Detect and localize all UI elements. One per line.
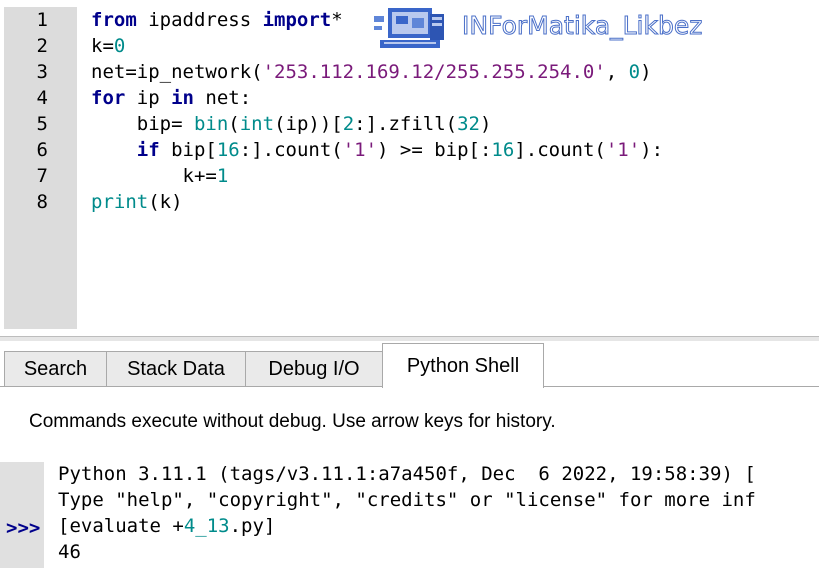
code-token: bip= [91, 113, 194, 135]
code-token: 1 [216, 165, 229, 187]
code-line[interactable]: print(k) [91, 189, 183, 215]
code-token: ): [640, 139, 664, 161]
code-line[interactable]: bip= bin(int(ip))[2:].zfill(32) [91, 111, 492, 137]
code-token: bin [193, 113, 229, 135]
line-number: 6 [36, 139, 48, 161]
code-token: ) [640, 61, 652, 83]
code-token: '1' [605, 139, 641, 161]
code-token: int [239, 113, 275, 135]
code-token: :].zfill( [354, 113, 458, 135]
line-number: 7 [36, 165, 48, 187]
code-editor[interactable]: 12345678 from ipaddress import* k=0 net=ip… [0, 0, 819, 336]
watermark-text: INForMatika_Likbez [461, 11, 703, 41]
code-line[interactable]: k=0 [91, 33, 125, 59]
code-token: if [136, 139, 160, 161]
code-token: 16 [216, 139, 240, 161]
code-token: :].count( [239, 139, 343, 161]
code-token: 32 [457, 113, 480, 135]
code-line[interactable]: if bip[16:].count('1') >= bip[:16].count… [91, 137, 663, 163]
line-number: 3 [36, 61, 48, 83]
code-token: (ip))[ [274, 113, 343, 135]
watermark: INForMatika_Likbez [370, 2, 730, 54]
shell-hint: Commands execute without debug. Use arro… [29, 411, 556, 432]
tab-debug-io[interactable]: Debug I/O [245, 351, 383, 386]
code-token: import [262, 9, 332, 31]
line-number: 4 [36, 87, 48, 109]
line-number: 5 [36, 113, 48, 135]
code-token: bip[ [159, 139, 217, 161]
line-number: 8 [36, 191, 48, 213]
code-token: ( [228, 113, 240, 135]
code-token: net=ip_network( [91, 61, 263, 83]
code-token: ip [125, 87, 172, 109]
code-line[interactable]: k+=1 [91, 163, 229, 189]
code-token: in [171, 87, 194, 109]
evaluate-prefix: [evaluate + [58, 515, 184, 537]
code-token: (k) [148, 191, 183, 213]
line-number: 2 [36, 35, 48, 57]
code-token: net: [193, 87, 252, 109]
code-token: * [331, 9, 343, 31]
code-token: ) [480, 113, 492, 135]
code-token: 0 [113, 35, 126, 57]
code-token: k= [91, 35, 114, 57]
code-token: k+= [91, 165, 217, 187]
computer-logo-icon [374, 8, 444, 48]
shell-prompt: >>> [6, 517, 41, 539]
code-token: '1' [342, 139, 378, 161]
code-token: 2 [342, 113, 355, 135]
code-token: , [605, 61, 629, 83]
code-line[interactable]: from ipaddress import* [91, 7, 343, 33]
evaluate-suffix: .py] [229, 515, 276, 537]
code-token: for [91, 87, 126, 109]
code-token: 0 [628, 61, 641, 83]
tab-stack-data[interactable]: Stack Data [106, 351, 246, 386]
code-token: ipaddress [136, 9, 263, 31]
line-number: 1 [36, 9, 48, 31]
code-token: 16 [491, 139, 515, 161]
tab-search[interactable]: Search [4, 351, 107, 386]
code-line[interactable]: net=ip_network('253.112.169.12/255.255.2… [91, 59, 652, 85]
shell-banner-line-1: Python 3.11.1 (tags/v3.11.1:a7a450f, Dec… [58, 463, 756, 485]
code-token: ].count( [514, 139, 606, 161]
code-token: ) >= bip[: [377, 139, 492, 161]
code-token: print [91, 191, 149, 213]
shell-banner-line-2: Type "help", "copyright", "credits" or "… [58, 489, 756, 511]
code-line[interactable]: for ip in net: [91, 85, 251, 111]
code-token: from [91, 9, 137, 31]
shell-output: 46 [58, 541, 81, 563]
evaluate-file-number: 4_13 [183, 515, 230, 537]
tool-tabs: Search Stack Data Debug I/O Python Shell [0, 341, 819, 388]
code-token: '253.112.169.12/255.255.254.0' [262, 61, 606, 83]
tab-python-shell[interactable]: Python Shell [382, 343, 544, 388]
shell-evaluate-line: [evaluate +4_13.py] [58, 513, 275, 539]
